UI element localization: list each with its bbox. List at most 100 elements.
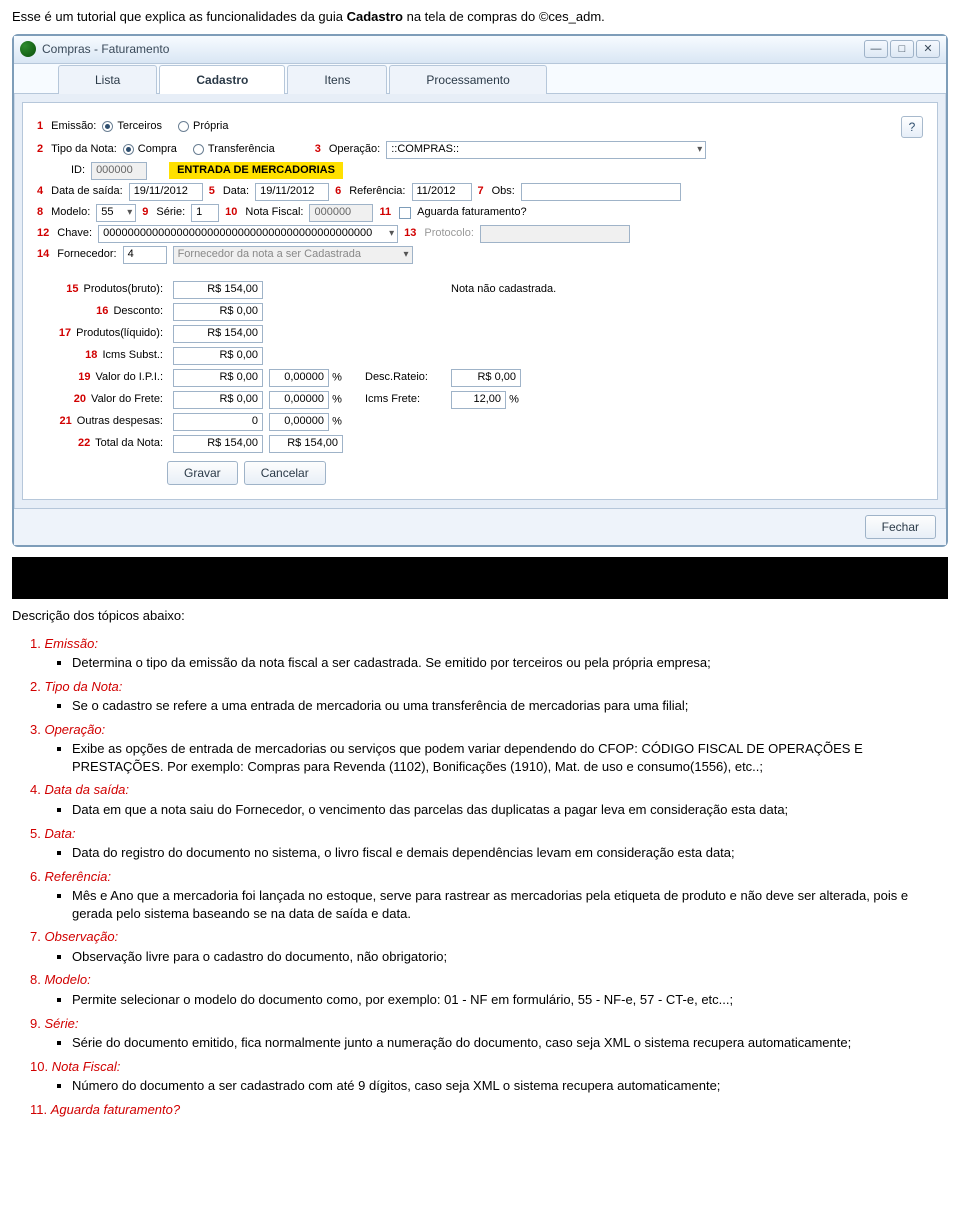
marker-2: 2 (37, 142, 43, 157)
summary-grid: 15 Produtos(bruto): R$ 154,00 Nota não c… (37, 281, 923, 453)
topic-sublist: Série do documento emitido, fica normalm… (30, 1034, 948, 1052)
modelo-select[interactable]: 55 (96, 204, 136, 222)
label-icms-frete: Icms Frete: (365, 392, 445, 407)
tab-cadastro[interactable]: Cadastro (159, 65, 285, 94)
topic-bullet: Permite selecionar o modelo do documento… (72, 991, 948, 1009)
topic-number: 11. (30, 1102, 47, 1117)
topic-title: Data da saída: (44, 782, 129, 797)
marker-11: 11 (379, 205, 391, 220)
tab-lista[interactable]: Lista (58, 65, 157, 94)
marker-19: 19 (78, 371, 90, 383)
topic-heading: 6. Referência: (30, 869, 111, 884)
aguarda-checkbox[interactable] (399, 207, 411, 219)
topic-item: 8. Modelo:Permite selecionar o modelo do… (30, 971, 948, 1008)
topic-heading: 9. Série: (30, 1016, 78, 1031)
topic-heading: 1. Emissão: (30, 636, 98, 651)
help-button[interactable]: ? (901, 116, 923, 138)
topic-sublist: Mês e Ano que a mercadoria foi lançada n… (30, 887, 948, 922)
topic-title: Série: (44, 1016, 78, 1031)
topic-title: Tipo da Nota: (44, 679, 122, 694)
serie-input[interactable]: 1 (191, 204, 219, 222)
outras-value: 0 (173, 413, 263, 431)
topic-number: 6. (30, 869, 41, 884)
marker-4: 4 (37, 184, 43, 199)
topic-number: 9. (30, 1016, 41, 1031)
pct-symbol: % (332, 393, 342, 405)
topic-sublist: Observação livre para o cadastro do docu… (30, 948, 948, 966)
minimize-button[interactable]: — (864, 40, 888, 58)
obs-input[interactable] (521, 183, 681, 201)
radio-compra[interactable]: Compra (123, 142, 177, 157)
outras-pct[interactable]: 0,00000 (269, 413, 329, 431)
radio-dot-icon (178, 121, 189, 132)
label-aguarda: Aguarda faturamento? (417, 205, 526, 220)
radio-propria[interactable]: Própria (178, 119, 228, 134)
topic-title: Observação: (44, 929, 118, 944)
tab-itens[interactable]: Itens (287, 65, 387, 94)
ipi-pct[interactable]: 0,00000 (269, 369, 329, 387)
topic-sublist: Número do documento a ser cadastrado com… (30, 1077, 948, 1095)
row-tipo-nota: 2 Tipo da Nota: Compra Transferência 3 O… (37, 141, 923, 159)
maximize-button[interactable]: □ (890, 40, 914, 58)
tab-processamento[interactable]: Processamento (389, 65, 546, 94)
marker-18: 18 (85, 349, 97, 361)
fornecedor-id-input[interactable]: 4 (123, 246, 167, 264)
label-frete: Valor do Frete: (91, 393, 163, 405)
nota-nao-cadastrada: Nota não cadastrada. (451, 282, 923, 297)
icms-frete-value[interactable]: 12,00 (451, 391, 506, 409)
marker-13: 13 (404, 226, 416, 241)
marker-20: 20 (74, 393, 86, 405)
app-icon (20, 41, 36, 57)
label-operacao: Operação: (329, 142, 380, 157)
topic-number: 4. (30, 782, 41, 797)
topic-item: 9. Série: Série do documento emitido, fic… (30, 1015, 948, 1052)
radio-dot-icon (102, 121, 113, 132)
intro-pre: Esse é um tutorial que explica as funcio… (12, 9, 347, 24)
data-input[interactable]: 19/11/2012 (255, 183, 329, 201)
label-emissao: Emissão: (51, 119, 96, 134)
marker-5: 5 (209, 184, 215, 199)
topic-title: Aguarda faturamento? (51, 1102, 180, 1117)
nota-fiscal-input[interactable]: 000000 (309, 204, 373, 222)
chave-input[interactable]: 0000000000000000000000000000000000000000… (98, 225, 398, 243)
radio-transf-label: Transferência (208, 142, 275, 157)
pct-symbol: % (509, 393, 519, 405)
label-data-saida: Data de saída: (51, 184, 123, 199)
radio-propria-label: Própria (193, 119, 228, 134)
data-saida-input[interactable]: 19/11/2012 (129, 183, 203, 201)
frete-pct[interactable]: 0,00000 (269, 391, 329, 409)
topic-bullet: Se o cadastro se refere a uma entrada de… (72, 697, 948, 715)
pct-symbol: % (332, 415, 342, 427)
radio-terceiros[interactable]: Terceiros (102, 119, 162, 134)
topic-number: 10. (30, 1059, 48, 1074)
topic-title: Referência: (44, 869, 110, 884)
topic-item: 4. Data da saída:Data em que a nota saiu… (30, 781, 948, 818)
referencia-input[interactable]: 11/2012 (412, 183, 472, 201)
app-window: Compras - Faturamento — □ ✕ Lista Cadast… (12, 34, 948, 548)
label-produtos-bruto: Produtos(bruto): (84, 283, 163, 295)
black-bar (12, 557, 948, 599)
ipi-value: R$ 0,00 (173, 369, 263, 387)
label-ipi: Valor do I.P.I.: (96, 371, 163, 383)
label-modelo: Modelo: (51, 205, 90, 220)
fechar-button[interactable]: Fechar (865, 515, 936, 539)
topic-bullet: Série do documento emitido, fica normalm… (72, 1034, 948, 1052)
close-button[interactable]: ✕ (916, 40, 940, 58)
topic-number: 1. (30, 636, 41, 651)
topics-list: 1. Emissão:Determina o tipo da emissão d… (12, 635, 948, 1119)
row-id: ID: 000000 ENTRADA DE MERCADORIAS (37, 162, 923, 180)
intro-post: na tela de compras do ©ces_adm. (407, 9, 605, 24)
pct-symbol: % (332, 371, 342, 383)
topic-heading: 5. Data: (30, 826, 76, 841)
fornecedor-nome-select[interactable]: Fornecedor da nota a ser Cadastrada (173, 246, 413, 264)
id-field: 000000 (91, 162, 147, 180)
produtos-bruto-value: R$ 154,00 (173, 281, 263, 299)
gravar-button[interactable]: Gravar (167, 461, 238, 485)
cancelar-button[interactable]: Cancelar (244, 461, 326, 485)
operacao-select[interactable]: ::COMPRAS:: (386, 141, 706, 159)
radio-transferencia[interactable]: Transferência (193, 142, 275, 157)
footer-row: Fechar (14, 508, 946, 545)
produtos-liq-value: R$ 154,00 (173, 325, 263, 343)
topic-heading: 7. Observação: (30, 929, 118, 944)
topic-item: 1. Emissão:Determina o tipo da emissão d… (30, 635, 948, 672)
